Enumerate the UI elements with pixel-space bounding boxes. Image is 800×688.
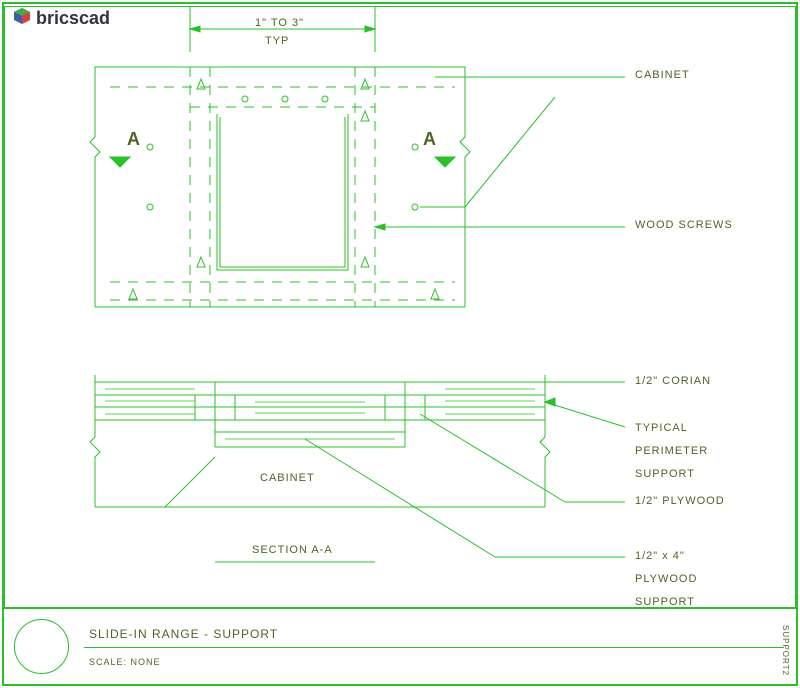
- label-perimeter-3: SUPPORT: [635, 468, 695, 480]
- drawing-code: SUPPORT2: [781, 625, 790, 676]
- drawing-title: SLIDE-IN RANGE - SUPPORT: [89, 627, 278, 641]
- titleblock-divider: [84, 647, 784, 648]
- label-wood-screws: WOOD SCREWS: [635, 219, 733, 231]
- section-mark-a-left: A: [127, 129, 141, 150]
- label-cabinet-top: CABINET: [635, 69, 690, 81]
- drawing-scale: SCALE: NONE: [89, 657, 161, 667]
- label-corian: 1/2" CORIAN: [635, 375, 711, 387]
- label-support-3: SUPPORT: [635, 596, 695, 608]
- label-support-1: 1/2" x 4": [635, 550, 685, 562]
- titleblock-circle: [14, 619, 69, 674]
- label-support-2: PLYWOOD: [635, 573, 697, 585]
- plan-view: [5, 7, 795, 607]
- label-cabinet-section: CABINET: [260, 472, 315, 484]
- section-title: SECTION A-A: [252, 544, 333, 556]
- label-perimeter-1: TYPICAL: [635, 422, 688, 434]
- label-perimeter-2: PERIMETER: [635, 445, 708, 457]
- section-mark-a-right: A: [423, 129, 437, 150]
- dim-text: 1" TO 3": [255, 17, 304, 29]
- label-plywood: 1/2" PLYWOOD: [635, 495, 725, 507]
- dim-typ: TYP: [265, 35, 289, 47]
- titleblock: SLIDE-IN RANGE - SUPPORT SCALE: NONE SUP…: [4, 608, 796, 684]
- drawing-area: 1" TO 3" TYP A A CABINET WOOD SCREWS 1/2…: [4, 6, 796, 608]
